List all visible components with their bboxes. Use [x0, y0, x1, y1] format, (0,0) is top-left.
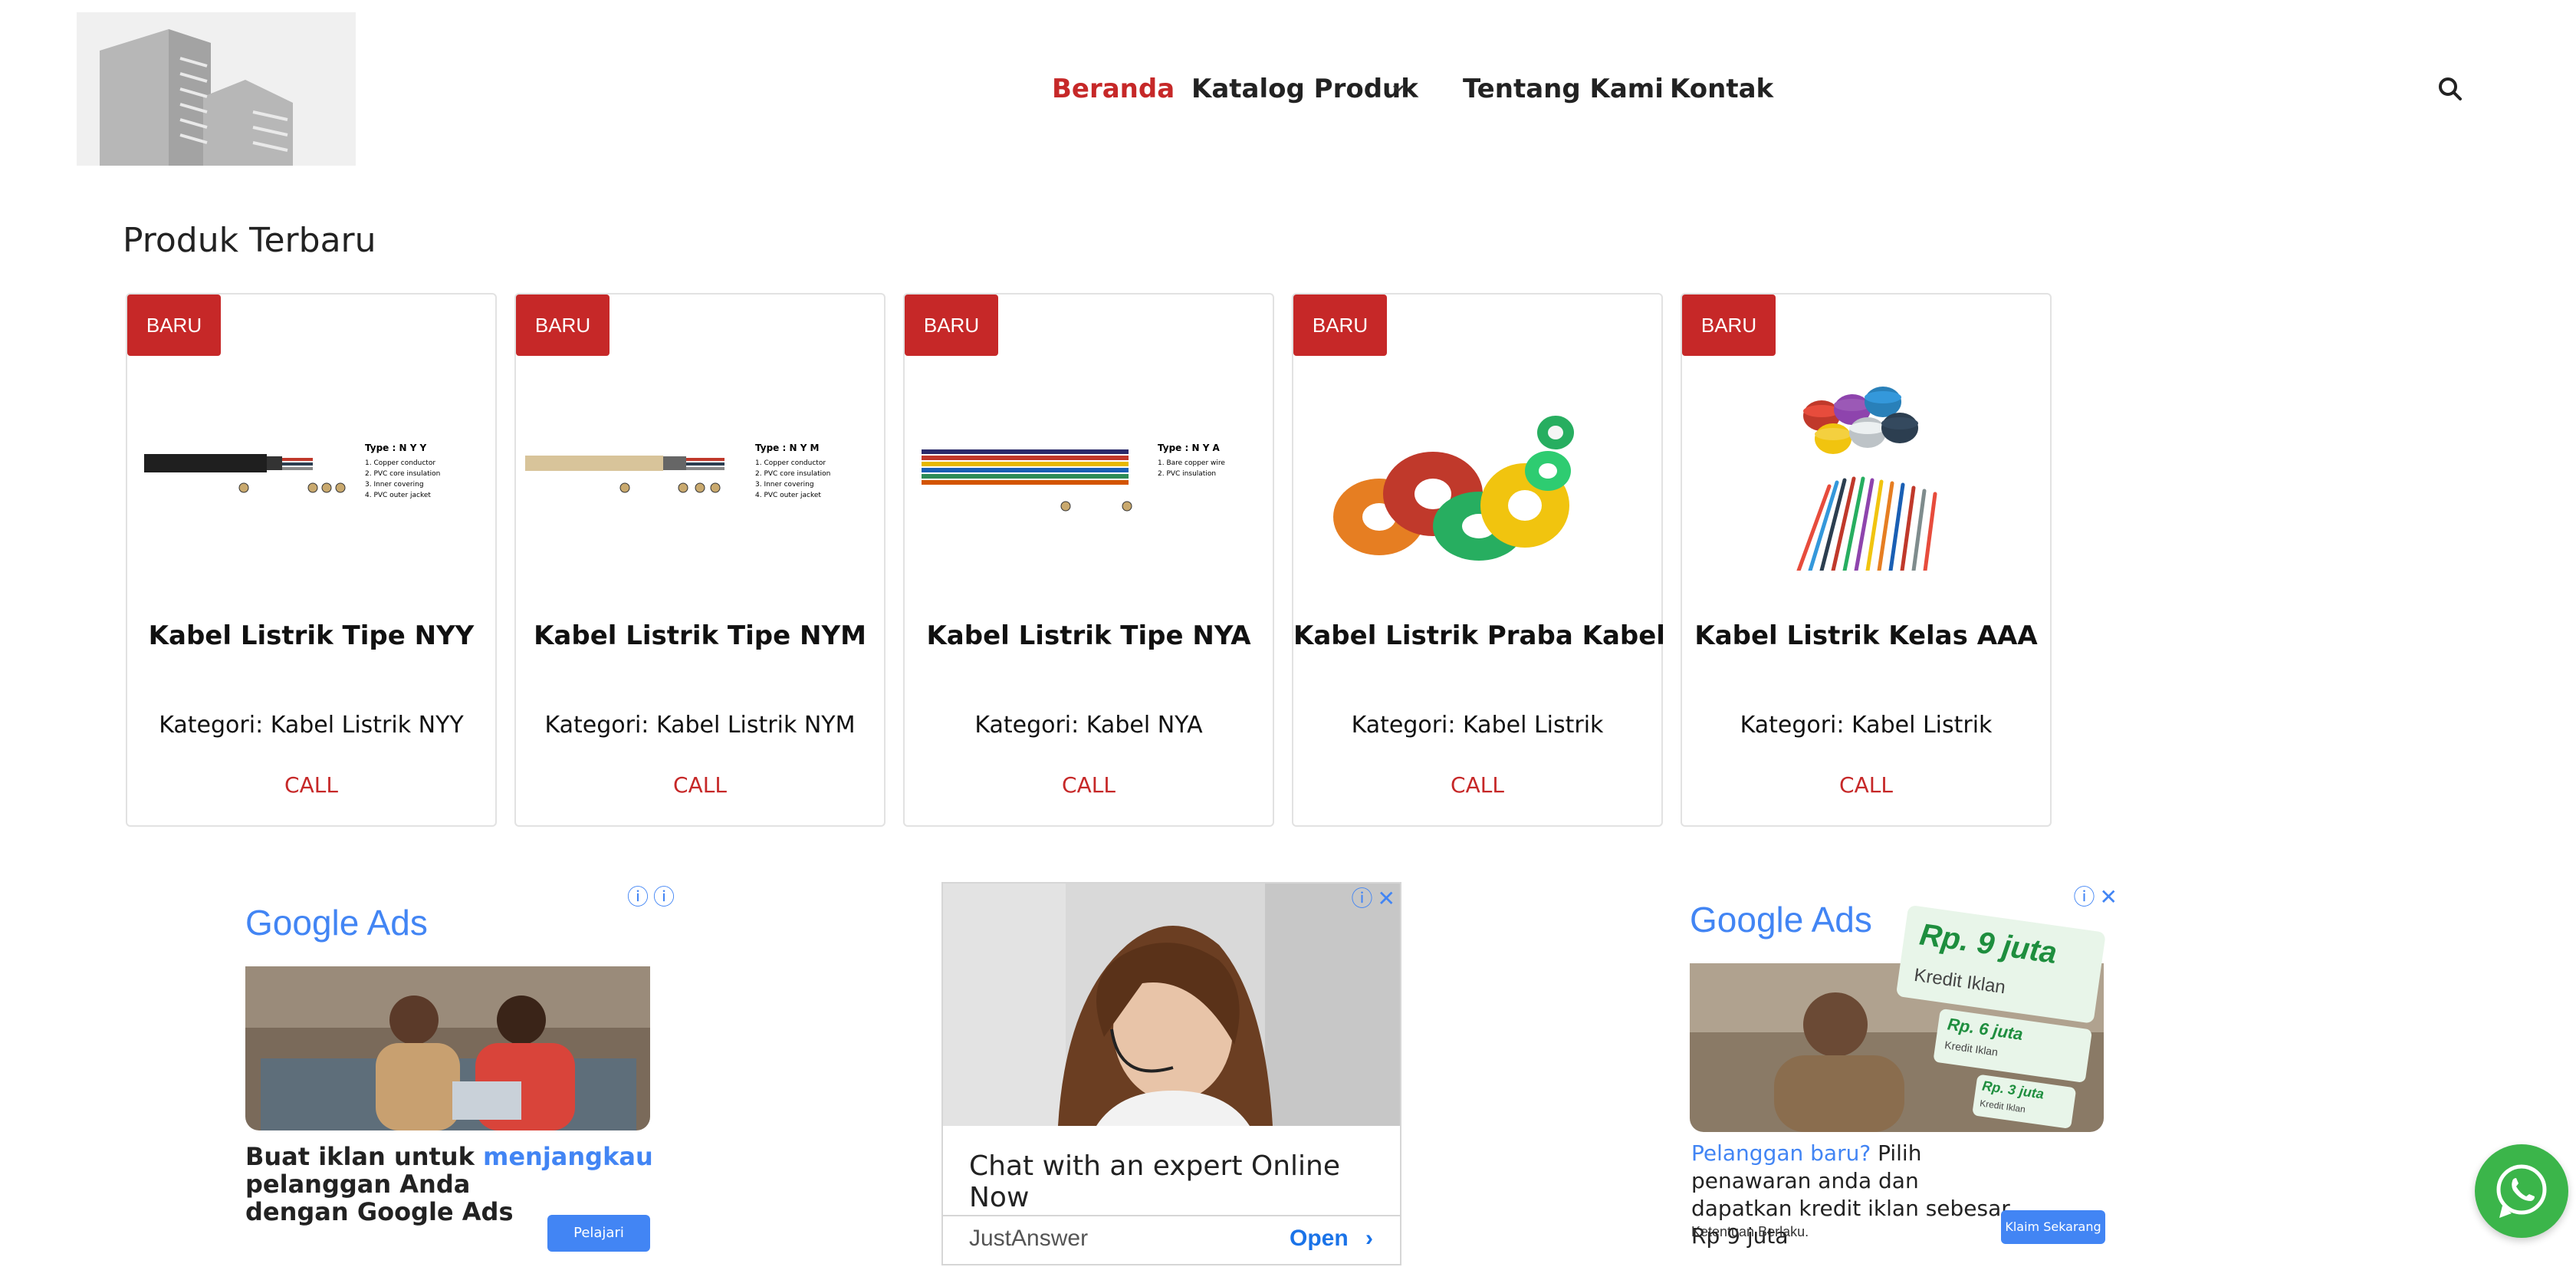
call-button[interactable]: CALL [1682, 770, 2050, 801]
product-title[interactable]: Kabel Listrik Kelas AAA [1682, 617, 2050, 655]
product-card[interactable]: BARU Type : N Y Y 1. Copper conductor 2.… [126, 293, 497, 827]
whatsapp-button[interactable] [2475, 1144, 2568, 1238]
diagram-line: 1. Copper conductor [365, 459, 435, 467]
product-title[interactable]: Kabel Listrik Praba Kabel [1293, 617, 1665, 655]
credit-tags: Rp. 9 juta Kredit Iklan Rp. 6 juta Kredi… [1881, 904, 2121, 1132]
call-button[interactable]: CALL [1293, 770, 1661, 801]
ad-headline-pre: Buat iklan untuk [245, 1142, 483, 1171]
product-category: Kategori: Kabel Listrik [1740, 712, 1993, 739]
chevron-down-icon[interactable] [1388, 67, 1409, 110]
ad-cta-button[interactable]: Klaim Sekarang [2001, 1210, 2105, 1244]
new-badge: BARU [516, 295, 610, 356]
section-title: Produk Terbaru [123, 221, 376, 260]
product-category: Kategori: Kabel Listrik NYM [544, 712, 856, 739]
ad-divider [943, 1215, 1400, 1216]
diagram-line: 4. PVC outer jacket [755, 492, 821, 499]
product-title[interactable]: Kabel Listrik Tipe NYM [516, 617, 884, 655]
call-button[interactable]: CALL [516, 770, 884, 801]
google-ads-logo: Google Ads [245, 902, 428, 943]
diagram-line: 1. Copper conductor [755, 459, 826, 467]
new-badge: BARU [1682, 295, 1776, 356]
diagram-line: 3. Inner covering [365, 481, 424, 489]
nav-katalog-produk[interactable]: Katalog Produk [1191, 67, 1418, 110]
diagram-type: Type : N Y M [755, 443, 820, 453]
site-logo[interactable] [77, 12, 356, 166]
whatsapp-icon [2496, 1164, 2547, 1218]
diagram-type: Type : N Y Y [365, 443, 427, 453]
product-card[interactable]: BARU Type : N Y M 1. Copper conductor 2.… [514, 293, 886, 827]
diagram-line: 2. PVC core insulation [365, 470, 440, 478]
new-badge: BARU [1293, 295, 1387, 356]
google-ads-logo: Google Ads [1690, 899, 1872, 940]
ad-brand: Google Ads [1690, 900, 1872, 940]
diagram-line: 2. PVC core insulation [755, 470, 830, 478]
ad-image[interactable] [943, 884, 1400, 1126]
ad-headline-highlight: menjangkau [483, 1142, 653, 1171]
nav-beranda[interactable]: Beranda [1052, 67, 1175, 110]
search-icon[interactable] [2435, 74, 2466, 104]
ad-open-button[interactable]: Open › [1290, 1226, 1373, 1252]
product-category: Kategori: Kabel NYA [974, 712, 1203, 739]
product-card[interactable]: BARU Kabel Listrik Kelas AAA Kategori: K… [1681, 293, 2052, 827]
diagram-line: 4. PVC outer jacket [365, 492, 431, 499]
product-title[interactable]: Kabel Listrik Tipe NYY [127, 617, 495, 655]
product-image[interactable] [1691, 356, 2041, 571]
ad-brand: Google Ads [245, 903, 428, 943]
ad-banner-left[interactable]: ⓘⓘ Google Ads Buat iklan untuk menjangka… [230, 882, 690, 1265]
ad-info-icon[interactable]: ⓘ✕ [1352, 884, 1400, 913]
product-category: Kategori: Kabel Listrik NYY [159, 712, 464, 739]
ad-fine-print: Ketentuan Berlaku. [1691, 1224, 1809, 1239]
diagram-line: 3. Inner covering [755, 481, 814, 489]
product-card[interactable]: BARU Kabel Listrik Praba Kabel Kategori:… [1292, 293, 1665, 827]
ad-info-icon[interactable]: ⓘⓘ [627, 882, 679, 911]
new-badge: BARU [905, 295, 998, 356]
product-image[interactable]: Type : N Y A 1. Bare copper wire 2. PVC … [914, 356, 1263, 571]
ad-advertiser: JustAnswer [969, 1226, 1089, 1251]
ad-body-highlight: Pelanggan baru? [1691, 1140, 1871, 1166]
chevron-right-icon: › [1365, 1226, 1374, 1251]
product-category: Kategori: Kabel Listrik [1351, 712, 1604, 739]
call-button[interactable]: CALL [127, 770, 495, 801]
new-badge: BARU [127, 295, 221, 356]
ad-headline[interactable]: Chat with an expert Online Now [969, 1150, 1400, 1213]
product-card[interactable]: BARU Type : N Y A 1. Bare copper wire 2.… [903, 293, 1274, 827]
diagram-type: Type : N Y A [1158, 443, 1221, 453]
ad-image[interactable] [245, 966, 650, 1130]
product-image[interactable] [1303, 356, 1652, 571]
ad-info-icon[interactable]: ⓘ✕ [2074, 882, 2122, 911]
call-button[interactable]: CALL [905, 770, 1273, 801]
ad-cta-button[interactable]: Pelajari [547, 1215, 650, 1252]
product-image[interactable]: Type : N Y Y 1. Copper conductor 2. PVC … [136, 356, 486, 571]
diagram-line: 1. Bare copper wire [1158, 459, 1225, 467]
ad-open-label: Open [1290, 1226, 1349, 1251]
product-image[interactable]: Type : N Y M 1. Copper conductor 2. PVC … [525, 356, 875, 571]
diagram-line: 2. PVC insulation [1158, 470, 1216, 478]
product-title[interactable]: Kabel Listrik Tipe NYA [905, 617, 1273, 655]
ad-banner-center[interactable]: ⓘ✕ Chat with an expert Online Now JustAn… [941, 882, 1401, 1265]
ad-headline: Buat iklan untuk menjangkau pelanggan And… [245, 1143, 675, 1226]
nav-kontak[interactable]: Kontak [1670, 67, 1773, 110]
nav-tentang-kami[interactable]: Tentang Kami [1463, 67, 1664, 110]
ad-headline-post: pelanggan Anda dengan Google Ads [245, 1170, 514, 1226]
ad-banner-right[interactable]: ⓘ✕ Google Ads Rp. 9 juta Kredit Iklan Rp… [1679, 882, 2124, 1265]
